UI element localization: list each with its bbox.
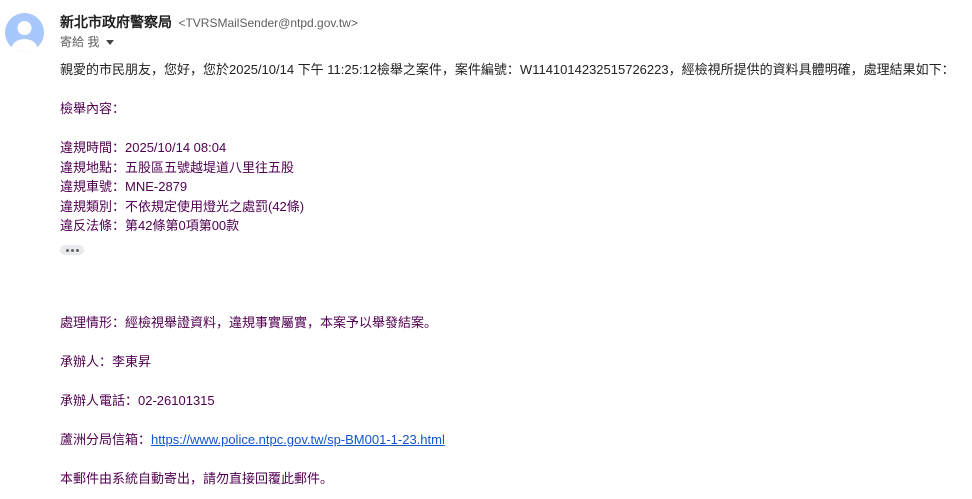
greeting-text: 親愛的市民朋友，您好，您於2025/10/14 下午 11:25:12檢舉之案件… xyxy=(60,62,955,77)
mailbox-link[interactable]: https://www.police.ntpc.gov.tw/sp-BM001-… xyxy=(151,432,445,447)
sender-header: 新北市政府警察局 <TVRSMailSender@ntpd.gov.tw> xyxy=(60,13,358,32)
recipient-label: 寄給 我 xyxy=(60,35,100,49)
mailbox-row: 蘆洲分局信箱：https://www.police.ntpc.gov.tw/sp… xyxy=(60,430,965,450)
message-body: 親愛的市民朋友，您好，您於2025/10/14 下午 11:25:12檢舉之案件… xyxy=(60,60,965,260)
handler-name: 承辦人：李東昇 xyxy=(60,354,152,369)
violation-type: 違規類別：不依規定使用燈光之處罰(42條) xyxy=(60,198,305,214)
message-result-section: 處理情形：經檢視舉證資料，違規事實屬實，本案予以舉發結案。 承辦人：李東昇 承辦… xyxy=(60,313,965,489)
mailbox-label: 蘆洲分局信箱： xyxy=(60,432,152,447)
violation-location: 違規地點：五股區五號越堤道八里往五股 xyxy=(60,159,295,175)
handler-phone: 承辦人電話：02-26101315 xyxy=(60,393,215,408)
email-view: 新北市政府警察局 <TVRSMailSender@ntpd.gov.tw> 寄給… xyxy=(0,0,972,499)
handling-status: 處理情形：經檢視舉證資料，違規事實屬實，本案予以舉發結案。 xyxy=(60,315,438,330)
sender-email: <TVRSMailSender@ntpd.gov.tw> xyxy=(178,16,358,30)
sender-name[interactable]: 新北市政府警察局 xyxy=(60,14,172,30)
violation-time: 違規時間：2025/10/14 08:04 xyxy=(60,140,227,155)
show-trimmed-content-button[interactable] xyxy=(60,244,84,255)
sender-avatar[interactable] xyxy=(5,13,44,52)
auto-notice: 本郵件由系統自動寄出，請勿直接回覆此郵件。 xyxy=(60,471,334,486)
law-article: 違反法條：第42條第0項第00款 xyxy=(60,218,240,233)
person-avatar-icon xyxy=(11,21,38,52)
chevron-down-icon[interactable] xyxy=(106,40,115,45)
plate-number: 違規車號：MNE-2879 xyxy=(60,179,188,194)
recipient-row: 寄給 我 xyxy=(60,34,115,50)
report-heading: 檢舉內容： xyxy=(60,101,126,116)
ellipsis-icon xyxy=(66,248,69,252)
